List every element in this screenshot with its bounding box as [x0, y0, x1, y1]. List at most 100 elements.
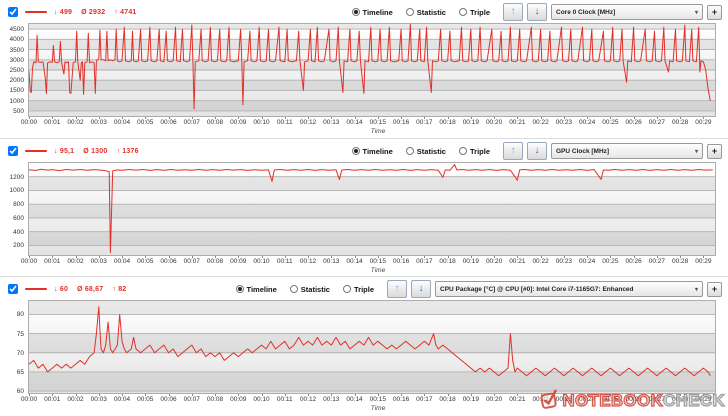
min-stat: ↓ 60: [54, 285, 69, 293]
radio-dot: [351, 8, 360, 16]
y-axis-label: 3500: [9, 46, 24, 54]
x-axis-label: 00:16: [392, 119, 410, 126]
x-axis-label: 00:27: [648, 119, 665, 126]
x-axis-label: 00:29: [695, 258, 712, 265]
x-axis-label: 00:17: [416, 258, 433, 265]
radio-triple[interactable]: Triple: [458, 8, 490, 17]
x-axis-label: 00:29: [695, 119, 712, 126]
x-axis-label: 00:08: [206, 258, 224, 265]
y-axis-label: 2500: [9, 67, 24, 74]
x-axis-label: 00:19: [462, 396, 479, 403]
arrow-up-icon: ↑: [394, 283, 400, 294]
move-up-button[interactable]: ↑: [387, 280, 407, 298]
radio-statistic[interactable]: Statistic: [405, 8, 446, 17]
y-axis-label: 4500: [9, 26, 24, 34]
y-axis-label: 500: [13, 107, 24, 115]
x-axis-label: 00:03: [90, 258, 107, 265]
panel2-header: ↓ 95,1 Ø 1300 ↑ 1376 Timeline Statistic …: [0, 139, 728, 161]
x-axis-label: 00:20: [485, 119, 503, 126]
radio-dot: [405, 8, 414, 16]
add-chart-button[interactable]: +: [707, 4, 722, 20]
radio-triple[interactable]: Triple: [342, 285, 374, 294]
x-axis-label: 00:09: [230, 119, 247, 126]
x-axis-label: 00:12: [299, 396, 317, 403]
x-axis-label: 00:17: [416, 396, 433, 403]
x-axis-label: 00:19: [462, 258, 479, 265]
chevron-down-icon: ▾: [694, 148, 698, 155]
x-axis-label: 00:15: [369, 258, 386, 265]
x-axis-label: 00:21: [509, 396, 526, 403]
radio-timeline[interactable]: Timeline: [235, 285, 277, 294]
series-color-swatch: [25, 288, 47, 290]
series-visible-checkbox[interactable]: [8, 284, 18, 294]
y-axis-label: 1500: [9, 87, 24, 95]
x-axis-label: 00:22: [532, 396, 549, 403]
x-axis-title: Time: [370, 128, 386, 135]
x-axis: 00:00 00:01 00:02 00:03 00:04 00:05 00:06 00:07…: [21, 117, 718, 128]
radio-timeline[interactable]: Timeline: [351, 8, 393, 17]
y-axis-label: 1000: [9, 97, 24, 105]
move-up-button[interactable]: ↑: [503, 142, 523, 160]
y-axis: 500 1000 1500 2000 2500 3000 3500 4000 4500: [0, 23, 28, 117]
move-down-button[interactable]: ↓: [527, 3, 547, 21]
x-axis-label: 00:26: [625, 396, 642, 403]
radio-timeline[interactable]: Timeline: [351, 147, 393, 156]
x-axis-label: 00:11: [276, 258, 293, 265]
x-axis-label: 00:14: [346, 258, 363, 265]
gpu-clock-chart: [28, 162, 716, 256]
move-down-button[interactable]: ↓: [527, 142, 547, 160]
x-axis-label: 00:04: [113, 119, 131, 126]
x-axis-label: 00:14: [346, 119, 363, 126]
max-stat: ↑ 4741: [114, 8, 137, 16]
x-axis-label: 00:11: [276, 119, 293, 126]
metric-dropdown[interactable]: CPU Package [°C] @ CPU [#0]: Intel Core …: [435, 281, 703, 297]
chevron-down-icon: ▾: [694, 9, 698, 16]
x-axis-label: 00:02: [67, 258, 84, 265]
arrow-down-icon: ↓: [534, 6, 540, 17]
y-axis-label: 200: [13, 242, 24, 250]
y-axis: 200 400 600 800 1000 1200: [0, 162, 28, 256]
move-down-button[interactable]: ↓: [411, 280, 431, 298]
x-axis-title: Time: [370, 405, 386, 412]
x-axis-label: 00:10: [253, 258, 270, 265]
x-axis-label: 00:01: [44, 396, 61, 403]
x-axis-label: 00:27: [648, 396, 665, 403]
series-visible-checkbox[interactable]: [8, 7, 18, 17]
y-axis-label: 75: [16, 330, 24, 338]
x-axis-label: 00:19: [462, 119, 479, 126]
x-axis-label: 00:11: [276, 396, 293, 403]
radio-statistic[interactable]: Statistic: [289, 285, 330, 294]
x-axis-label: 00:23: [555, 119, 572, 126]
add-chart-button[interactable]: +: [707, 281, 722, 297]
x-axis-label: 00:14: [346, 396, 363, 403]
metric-dropdown[interactable]: Core 0 Clock [MHz] ▾: [551, 4, 703, 20]
radio-statistic[interactable]: Statistic: [405, 147, 446, 156]
x-axis-label: 00:28: [671, 396, 689, 403]
series-visible-checkbox[interactable]: [8, 146, 18, 156]
move-up-button[interactable]: ↑: [503, 3, 523, 21]
x-axis-label: 00:21: [509, 258, 526, 265]
radio-dot: [289, 285, 298, 293]
x-axis-label: 00:18: [439, 258, 456, 265]
add-chart-button[interactable]: +: [707, 143, 722, 159]
x-axis-label: 00:02: [67, 119, 84, 126]
metric-dropdown[interactable]: GPU Clock [MHz] ▾: [551, 143, 703, 159]
x-axis-label: 00:16: [392, 396, 410, 403]
x-axis-label: 00:07: [183, 396, 200, 403]
radio-dot: [458, 147, 467, 155]
x-axis-label: 00:24: [578, 119, 596, 126]
cpu-package-temp-chart: [28, 300, 716, 394]
y-axis-label: 600: [13, 214, 24, 222]
x-axis-label: 00:01: [44, 258, 61, 265]
radio-triple[interactable]: Triple: [458, 147, 490, 156]
y-axis-label: 2000: [9, 77, 24, 85]
y-axis-label: 80: [16, 311, 24, 319]
y-axis-label: 70: [16, 349, 24, 357]
x-axis-label: 00:23: [555, 258, 572, 265]
series-color-swatch: [25, 150, 47, 152]
avg-stat: Ø 1300: [83, 147, 108, 155]
x-axis-label: 00:00: [20, 258, 38, 265]
x-axis-label: 00:10: [253, 396, 270, 403]
x-axis-label: 00:03: [90, 119, 107, 126]
core0-clock-chart: [28, 23, 716, 117]
